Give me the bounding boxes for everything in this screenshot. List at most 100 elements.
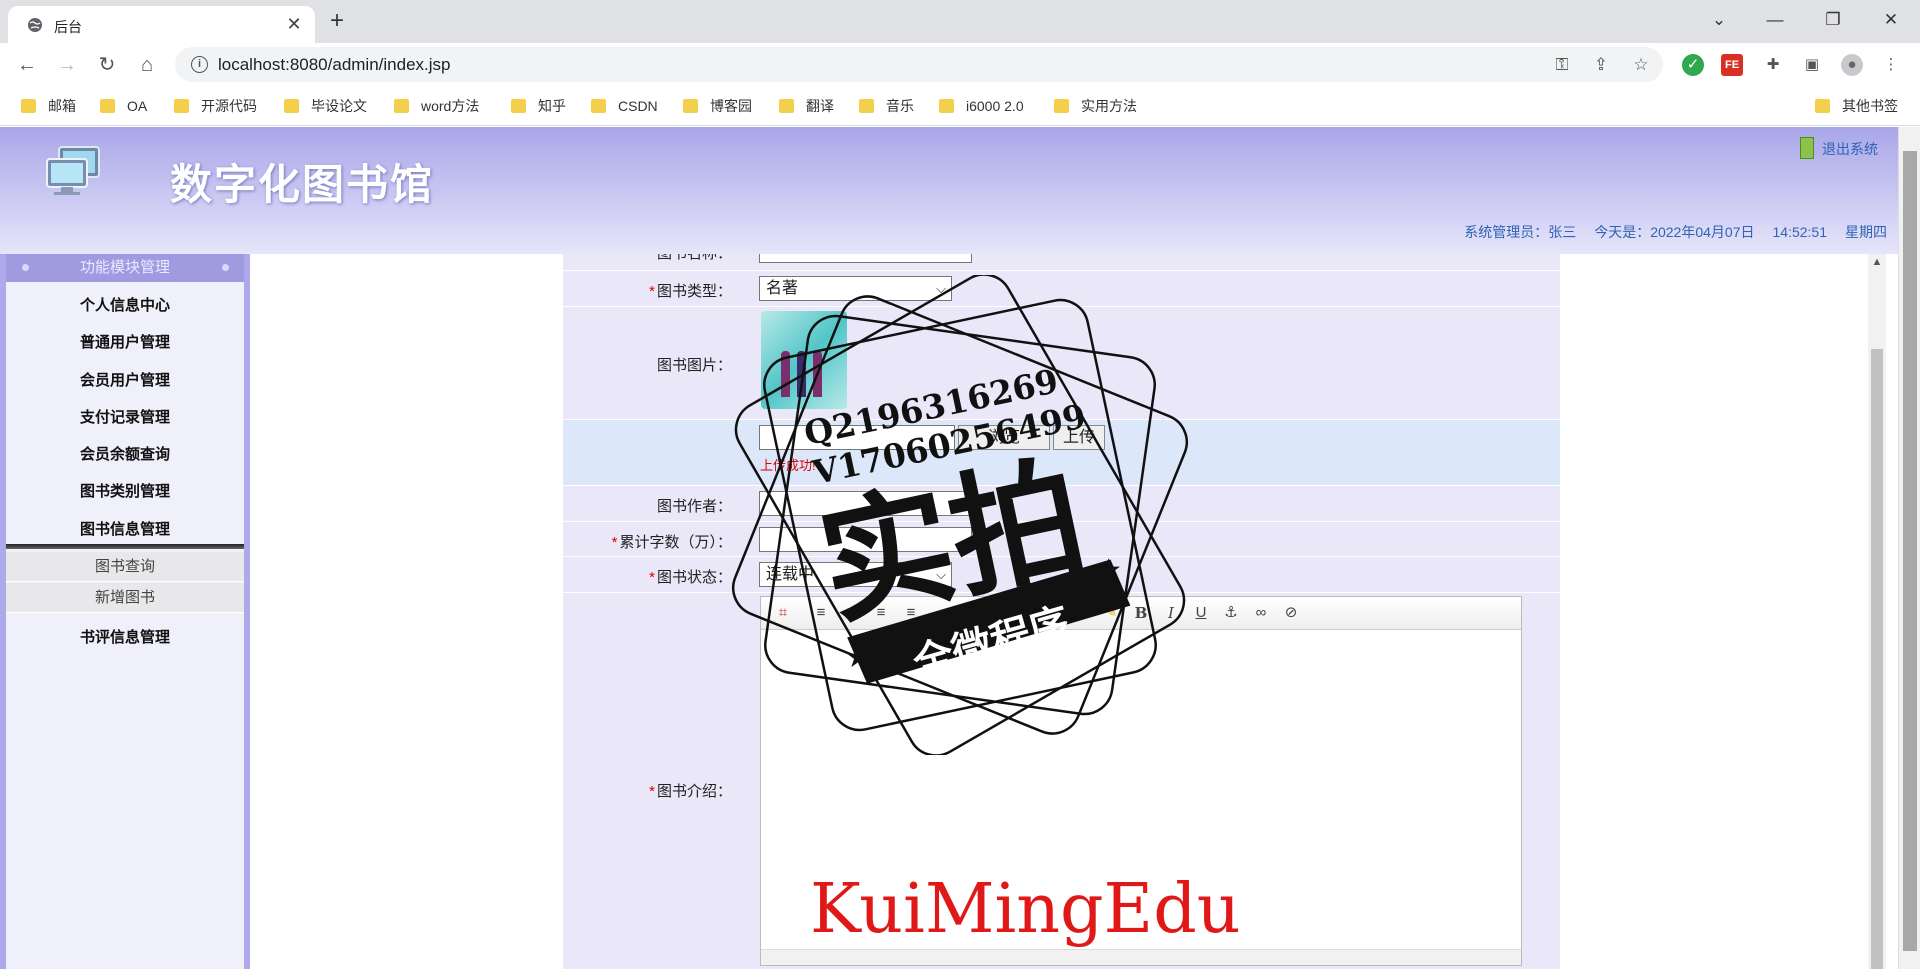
sidepanel-icon[interactable]: ▣ xyxy=(1801,54,1823,76)
align-justify-icon[interactable]: ≡ xyxy=(901,604,921,622)
restore-icon[interactable]: ❐ xyxy=(1818,8,1848,32)
star-icon[interactable]: ☆ xyxy=(1630,55,1652,75)
bookmark-folder[interactable]: 邮箱 xyxy=(21,96,76,116)
folder-icon xyxy=(779,99,794,113)
word-count-input[interactable] xyxy=(759,527,972,552)
bold-icon[interactable]: B xyxy=(1131,604,1151,622)
bookmark-folder[interactable]: CSDN xyxy=(591,96,658,116)
bookmark-folder[interactable]: 开源代码 xyxy=(174,96,257,116)
admin-status-line: 系统管理员：张三 今天是：2022年04月07日 14:52:51 星期四 xyxy=(1446,222,1887,242)
bookmark-folder[interactable]: 音乐 xyxy=(859,96,914,116)
content-scrollbar[interactable]: ▲ xyxy=(1868,254,1886,969)
link-icon[interactable]: ∞ xyxy=(1251,604,1271,622)
page-scroll-thumb[interactable] xyxy=(1903,151,1917,951)
align-left-icon[interactable]: ≡ xyxy=(811,604,831,622)
sidebar-item-reviews[interactable]: 书评信息管理 xyxy=(6,626,244,647)
puzzle-icon[interactable]: ✚ xyxy=(1762,54,1784,76)
forward-icon[interactable]: → xyxy=(54,52,80,78)
minimize-icon[interactable]: — xyxy=(1760,8,1790,32)
name-label: *图书名称： xyxy=(649,254,732,263)
folder-icon xyxy=(21,99,36,113)
reload-icon[interactable]: ↻ xyxy=(94,52,120,78)
file-path-input[interactable] xyxy=(759,425,955,450)
share-icon[interactable]: ⇪ xyxy=(1590,55,1612,75)
other-bookmarks[interactable]: 其他书签 xyxy=(1815,96,1898,116)
sidebar-item-balance[interactable]: 会员余额查询 xyxy=(6,443,244,464)
profile-avatar-icon[interactable]: ● xyxy=(1841,54,1863,76)
form-row-type: * 图书类型： 名著 ⌵ xyxy=(563,271,1560,307)
address-bar[interactable]: i localhost:8080/admin/index.jsp ⚿ ⇪ ☆ xyxy=(175,47,1663,82)
folder-icon xyxy=(174,99,189,113)
book-type-select[interactable]: 名著 ⌵ xyxy=(759,276,952,301)
home-icon[interactable]: ⌂ xyxy=(134,52,160,78)
italic-icon[interactable]: I xyxy=(1161,604,1181,622)
folder-icon xyxy=(1054,99,1069,113)
editor-toolbar: ⌗ ≡ ≡ ≡ ≡ ✎ B I U ⚓ ∞ ⊘ xyxy=(761,597,1521,630)
add-book-form: *图书名称： *图书类型： 名著⌵ 图书图片： 浏览 上传 上传成功! 图书作者… xyxy=(563,254,1560,969)
bookmark-folder[interactable]: 博客园 xyxy=(683,96,752,116)
current-weekday: 星期四 xyxy=(1845,224,1887,240)
shield-extension-icon[interactable]: ✓ xyxy=(1682,54,1704,76)
align-center-icon[interactable]: ≡ xyxy=(841,604,861,622)
url-text[interactable]: localhost:8080/admin/index.jsp xyxy=(218,55,450,75)
close-tab-icon[interactable]: ✕ xyxy=(284,14,304,34)
globe-icon xyxy=(28,18,42,32)
key-icon[interactable]: ⚿ xyxy=(1551,55,1573,75)
sidebar-item-book-categories[interactable]: 图书类别管理 xyxy=(6,480,244,501)
book-name-input[interactable] xyxy=(759,254,972,263)
fe-extension-icon[interactable]: FE xyxy=(1721,54,1743,76)
bookmark-folder[interactable]: 翻译 xyxy=(779,96,834,116)
browse-button[interactable]: 浏览 xyxy=(958,425,1050,450)
source-icon[interactable]: ⌗ xyxy=(773,604,793,622)
anchor-icon[interactable]: ⚓ xyxy=(1221,604,1241,622)
bookmark-folder[interactable]: i6000 2.0 xyxy=(939,96,1024,116)
sidebar-item-profile[interactable]: 个人信息中心 xyxy=(6,294,244,315)
underline-icon[interactable]: U xyxy=(1191,604,1211,622)
folder-icon xyxy=(683,99,698,113)
folder-icon xyxy=(100,99,115,113)
sidebar-item-member-users[interactable]: 会员用户管理 xyxy=(6,369,244,390)
bookmark-folder[interactable]: 毕设论文 xyxy=(284,96,367,116)
upload-button[interactable]: 上传 xyxy=(1053,425,1105,450)
tab-search-chevron-icon[interactable]: ⌄ xyxy=(1704,8,1734,32)
bookmark-folder[interactable]: OA xyxy=(100,96,147,116)
form-row-word-count: * 累计字数（万）： xyxy=(563,522,1560,557)
status-label: * 图书状态： xyxy=(649,569,732,586)
current-date: 今天是：2022年04月07日 xyxy=(1594,224,1755,240)
menu-kebab-icon[interactable]: ⋮ xyxy=(1880,54,1902,76)
highlight-icon[interactable]: ✎ xyxy=(1101,604,1121,622)
folder-icon xyxy=(394,99,409,113)
dot-icon xyxy=(222,264,229,271)
author-input[interactable] xyxy=(759,491,972,516)
site-info-icon[interactable]: i xyxy=(191,56,208,73)
scroll-thumb[interactable] xyxy=(1871,349,1883,969)
sidebar-section-header: 功能模块管理 xyxy=(6,254,244,282)
align-right-icon[interactable]: ≡ xyxy=(871,604,891,622)
site-title: 数字化图书馆 xyxy=(170,161,435,208)
bookmarks-bar: 邮箱 OA 开源代码 毕设论文 word方法 知乎 CSDN 博客园 翻译 音乐… xyxy=(0,86,1920,126)
sidebar-item-regular-users[interactable]: 普通用户管理 xyxy=(6,331,244,352)
sidebar-item-book-info[interactable]: 图书信息管理 xyxy=(6,518,244,539)
sidebar-item-payments[interactable]: 支付记录管理 xyxy=(6,406,244,427)
sidebar-subitem-add-book[interactable]: 新增图书 xyxy=(6,583,244,613)
window-close-icon[interactable]: ✕ xyxy=(1876,8,1906,32)
bookmark-folder[interactable]: 知乎 xyxy=(511,96,566,116)
logout-link[interactable]: 退出系统 xyxy=(1800,137,1878,159)
book-status-select[interactable]: 连载中 ⌵ xyxy=(759,562,952,587)
scroll-up-arrow-icon[interactable]: ▲ xyxy=(1868,256,1886,272)
editor-resize-bar[interactable] xyxy=(761,949,1521,965)
sidebar-subitem-book-search[interactable]: 图书查询 xyxy=(6,552,244,582)
folder-icon xyxy=(284,99,299,113)
form-row-name: *图书名称： xyxy=(563,254,1560,271)
back-icon[interactable]: ← xyxy=(14,52,40,78)
folder-icon xyxy=(939,99,954,113)
page-scrollbar[interactable] xyxy=(1898,127,1920,969)
bookmark-folder[interactable]: word方法 xyxy=(394,96,479,116)
sidebar: 功能模块管理 个人信息中心 普通用户管理 会员用户管理 支付记录管理 会员余额查… xyxy=(0,254,250,969)
door-exit-icon xyxy=(1800,137,1814,159)
unlink-icon[interactable]: ⊘ xyxy=(1281,604,1301,622)
bookmark-folder[interactable]: 实用方法 xyxy=(1054,96,1137,116)
browser-tab[interactable]: 后台 ✕ xyxy=(8,6,315,43)
rich-text-editor[interactable]: ⌗ ≡ ≡ ≡ ≡ ✎ B I U ⚓ ∞ ⊘ xyxy=(760,596,1522,966)
new-tab-button[interactable]: + xyxy=(325,9,349,33)
